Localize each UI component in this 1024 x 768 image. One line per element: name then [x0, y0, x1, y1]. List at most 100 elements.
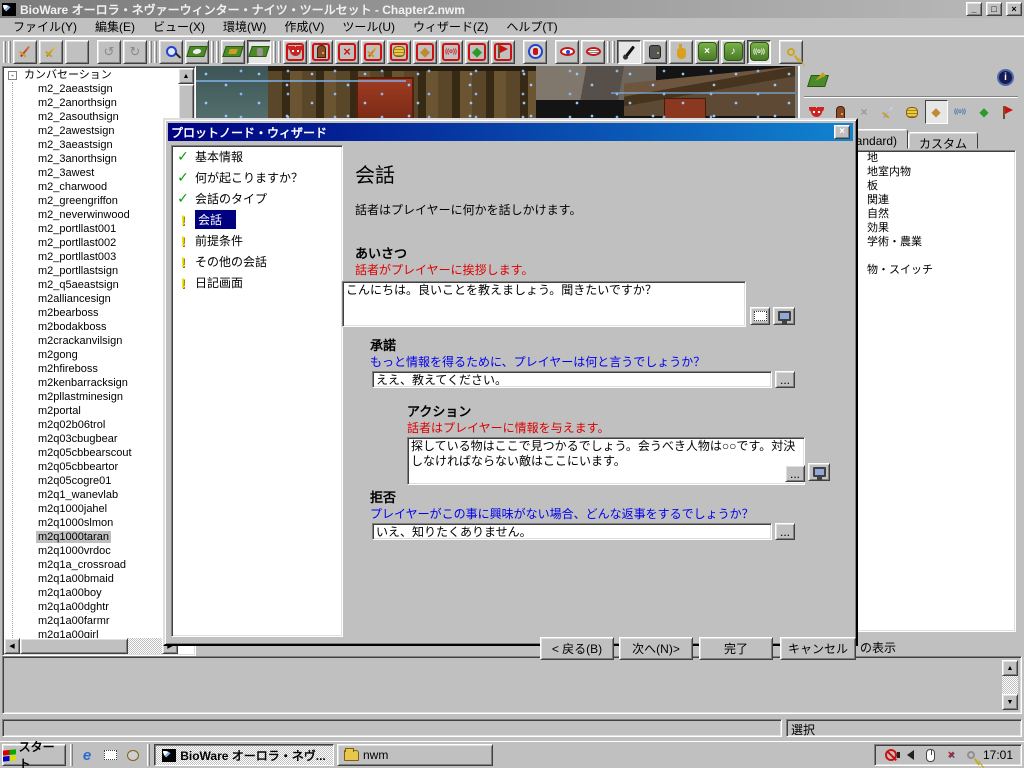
volume-icon[interactable]: [903, 747, 919, 763]
paint-treasure-icon[interactable]: [387, 40, 411, 64]
menu-item[interactable]: ビュー(X): [144, 16, 214, 37]
back-button[interactable]: < 戻る(B): [540, 637, 614, 660]
paint-placeable-icon[interactable]: ◆: [413, 40, 437, 64]
store-view-icon[interactable]: [523, 40, 547, 64]
tree-item[interactable]: m2hfireboss: [4, 362, 178, 376]
tree-horizontal-scrollbar[interactable]: ◀ ▶: [4, 638, 178, 654]
toolbar-gripper[interactable]: [3, 41, 6, 63]
menu-item[interactable]: ファイル(Y): [4, 16, 86, 37]
treasure-palette-icon[interactable]: [901, 100, 924, 124]
paintbrush-icon[interactable]: [617, 40, 641, 64]
scroll-up-icon[interactable]: ▲: [178, 68, 194, 84]
tree-item[interactable]: m2_2asouthsign: [4, 110, 178, 124]
tree-item[interactable]: m2q1000slmon: [4, 516, 178, 530]
tree-item[interactable]: m2_q5aeastsign: [4, 278, 178, 292]
display-settings-icon[interactable]: ×: [943, 747, 959, 763]
store-palette-icon[interactable]: ◆: [973, 100, 996, 124]
paint-encounter-icon[interactable]: ×: [335, 40, 359, 64]
scroll-left-icon[interactable]: ◀: [4, 638, 20, 654]
show-desktop-icon[interactable]: [100, 745, 120, 765]
tree-item[interactable]: m2bodakboss: [4, 320, 178, 334]
select-marquee-button[interactable]: [750, 307, 770, 325]
eye-closed-icon[interactable]: [581, 40, 605, 64]
paint-item-icon[interactable]: [361, 40, 385, 64]
menu-item[interactable]: 環境(W): [214, 16, 275, 37]
tree-item[interactable]: m2_portllast002: [4, 236, 178, 250]
tree-item[interactable]: m2kenbarracksign: [4, 376, 178, 390]
preview-monitor-button[interactable]: [773, 307, 795, 325]
terrain-paint-icon[interactable]: [221, 40, 245, 64]
paint-store-icon[interactable]: ◆: [465, 40, 489, 64]
wizard-step[interactable]: ! その他の会話: [172, 251, 342, 272]
collapse-icon[interactable]: -: [8, 71, 17, 80]
wizard-step[interactable]: ✓ 基本情報: [172, 146, 342, 167]
dark-door-icon[interactable]: [643, 40, 667, 64]
paint-terrain-icon[interactable]: [807, 69, 830, 93]
tree-root[interactable]: - カンバセーション: [4, 68, 178, 82]
refuse-field[interactable]: いえ、知りたくありません。: [372, 523, 772, 540]
tree-item[interactable]: m2q05cbbeartor: [4, 460, 178, 474]
tree-item[interactable]: m2q05cogre01: [4, 474, 178, 488]
wizard-step[interactable]: ✓ 会話のタイプ: [172, 188, 342, 209]
start-button[interactable]: スタート: [2, 744, 66, 766]
action-field[interactable]: 探している物はここで見つかるでしょう。会うべき人物は○○です。対決しなければなら…: [407, 437, 805, 485]
tree-item[interactable]: m2gong: [4, 348, 178, 362]
internet-explorer-icon[interactable]: e: [77, 745, 97, 765]
tree-item[interactable]: m2q1_wanevlab: [4, 488, 178, 502]
scroll-down-icon[interactable]: ▼: [1002, 694, 1018, 710]
tree-item[interactable]: m2_3anorthsign: [4, 152, 178, 166]
tree-item[interactable]: m2q1a00bmaid: [4, 572, 178, 586]
tree-item[interactable]: m2pllastminesign: [4, 390, 178, 404]
tree-item[interactable]: m2portal: [4, 404, 178, 418]
edit-script-icon[interactable]: [39, 40, 63, 64]
close-button[interactable]: ×: [1006, 2, 1022, 16]
info-icon[interactable]: i: [997, 69, 1014, 86]
zoom-tool-icon[interactable]: [159, 40, 183, 64]
tree-item[interactable]: m2_portllast003: [4, 250, 178, 264]
finish-button[interactable]: 完了: [699, 637, 773, 660]
tree-item[interactable]: m2_2anorthsign: [4, 96, 178, 110]
potion-icon[interactable]: [669, 40, 693, 64]
menu-item[interactable]: 作成(V): [275, 16, 333, 37]
menu-item[interactable]: ウィザード(Z): [404, 16, 497, 37]
wizard-step[interactable]: ✓ 何が起こりますか？: [172, 167, 342, 188]
terrain-feature-icon[interactable]: [247, 40, 271, 64]
toolbar-gripper[interactable]: [149, 41, 152, 63]
paint-waypoint-icon[interactable]: [491, 40, 515, 64]
view-eye-icon[interactable]: [185, 40, 209, 64]
cancel-button[interactable]: キャンセル: [780, 637, 856, 660]
taskbar-gripper[interactable]: [70, 744, 73, 766]
task-button-nwm[interactable]: nwm: [337, 744, 493, 766]
tree-item[interactable]: m2q1000vrdoc: [4, 544, 178, 558]
paint-door-icon[interactable]: [309, 40, 333, 64]
undo-icon[interactable]: ↺: [97, 40, 121, 64]
tree-item[interactable]: m2crackanvilsign: [4, 334, 178, 348]
toolbar-gripper[interactable]: [154, 41, 157, 63]
tree-item[interactable]: m2q05cbbearscout: [4, 446, 178, 460]
tree-item[interactable]: m2q1a00girl: [4, 628, 178, 638]
output-scrollbar[interactable]: ▲ ▼: [1002, 660, 1018, 710]
tree-item[interactable]: m2_3awest: [4, 166, 178, 180]
sound-palette-icon[interactable]: ((o)): [949, 100, 972, 124]
action-monitor-button[interactable]: [808, 463, 830, 481]
toolbar-gripper[interactable]: [273, 41, 276, 63]
tree-item[interactable]: m2alliancesign: [4, 292, 178, 306]
wizard-step[interactable]: ! 前提条件: [172, 230, 342, 251]
dialog-titlebar[interactable]: プロットノード・ウィザード ×: [168, 123, 853, 141]
scroll-thumb[interactable]: [20, 638, 128, 654]
toolbar-gripper[interactable]: [607, 41, 610, 63]
menu-item[interactable]: 編集(E): [86, 16, 144, 37]
media-player-icon[interactable]: [123, 745, 143, 765]
accept-more-button[interactable]: ...: [775, 371, 795, 388]
tree-item[interactable]: m2_neverwinwood: [4, 208, 178, 222]
maximize-button[interactable]: □: [986, 2, 1002, 16]
refuse-more-button[interactable]: ...: [775, 523, 795, 540]
key-icon[interactable]: [779, 40, 803, 64]
tree-item[interactable]: m2_greengriffon: [4, 194, 178, 208]
menu-item[interactable]: ヘルプ(T): [497, 16, 566, 37]
tree-item[interactable]: m2_3aeastsign: [4, 138, 178, 152]
scroll-up-icon[interactable]: ▲: [1002, 660, 1018, 676]
tree-item[interactable]: m2_portllastsign: [4, 264, 178, 278]
encounter-toggle-icon[interactable]: ×: [695, 40, 719, 64]
minimize-button[interactable]: _: [966, 2, 982, 16]
